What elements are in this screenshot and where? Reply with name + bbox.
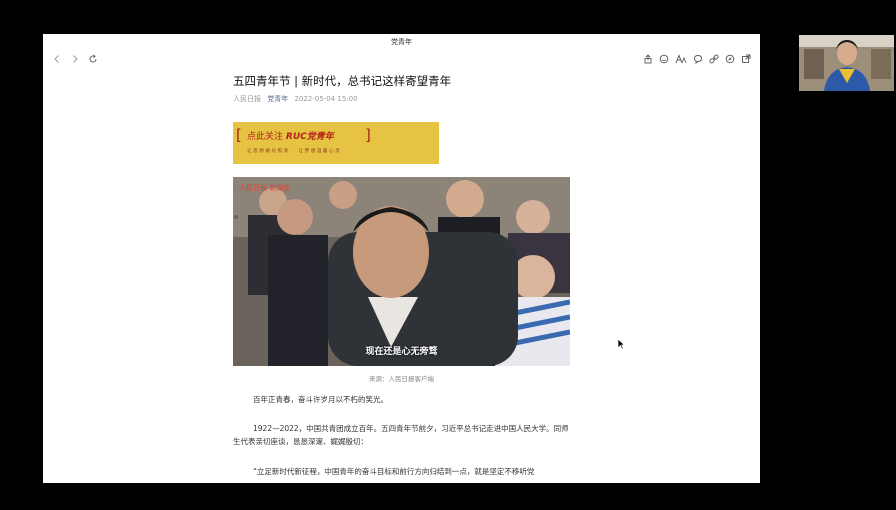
article-header: 五四青年节 | 新时代，总书记这样寄望青年 人民日报 党青年 2022-05-0… [233,74,573,104]
paragraph-3: “立足新时代新征程，中国青年的奋斗目标和前行方向归结到一点，就是坚定不移听党 [253,467,535,476]
share-icon[interactable] [643,54,653,64]
back-icon[interactable] [52,54,62,64]
browser-window: 党青年 五四青年节 | 新时代，总书记这样寄望青年 人民日报 党青年 2022-… [43,34,760,483]
compass-icon[interactable] [725,54,735,64]
forward-icon[interactable] [70,54,80,64]
mouse-cursor-icon [617,338,625,350]
banner-left-bracket: [ [236,126,242,144]
paragraph-2: 1922—2022，中国共青团成立百年。五四青年节前夕，习近平总书记走进中国人民… [233,424,569,446]
link-icon[interactable] [709,54,719,64]
video-watermark: 人民日报 新媒体 [239,184,291,192]
banner-main-text: 点此关注 RUC党青年 [247,129,334,142]
banner-main-prefix: 点此关注 [247,132,284,142]
video-player[interactable]: 人民日报 新媒体 现在还是心无旁骛 [233,177,570,366]
nav-right [643,52,751,66]
article-source: 人民日报 [233,95,261,103]
article-meta: 人民日报 党青年 2022-05-04 15:00 [233,95,573,104]
banner-sub-text: 让思想被光照亮 · 让梦想温暖心灵 [247,149,342,154]
font-icon[interactable] [675,54,687,64]
video-caption: 来源：人民日报客户端 [369,375,434,383]
banner-right-bracket: ] [365,126,371,144]
article-title: 五四青年节 | 新时代，总书记这样寄望青年 [233,74,452,88]
video-frame [233,177,570,366]
window-title: 党青年 [391,38,412,46]
webcam-feed [799,35,894,91]
emoji-icon[interactable] [659,54,669,64]
article-date: 2022-05-04 15:00 [294,95,358,103]
refresh-icon[interactable] [88,54,98,64]
account-link[interactable]: 党青年 [267,95,288,103]
paragraph-1: 百年正青春，奋斗许岁月以不朽的笑光。 [253,395,388,404]
nav-left [52,52,98,66]
video-subtitle: 现在还是心无旁骛 [365,347,438,357]
banner-brand: RUC党青年 [285,132,334,142]
webcam-overlay [799,35,894,91]
follow-banner[interactable]: [ 点此关注 RUC党青年 ] 让思想被光照亮 · 让梦想温暖心灵 [233,122,439,164]
comment-icon[interactable] [693,54,703,64]
open-external-icon[interactable] [741,54,751,64]
